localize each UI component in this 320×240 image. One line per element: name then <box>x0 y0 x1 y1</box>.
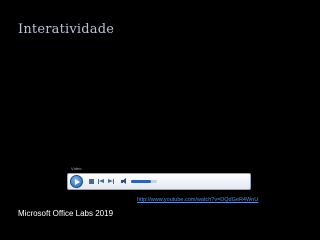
stop-icon[interactable] <box>88 178 95 185</box>
footer-credit: Microsoft Office Labs 2019 <box>18 209 114 218</box>
slide-title: Interatividade <box>18 22 115 37</box>
next-icon[interactable] <box>108 178 115 185</box>
media-player: Vídeo <box>67 165 251 191</box>
previous-icon[interactable] <box>98 178 105 185</box>
play-icon[interactable] <box>70 175 83 188</box>
player-control-bar <box>67 173 251 190</box>
volume-fill <box>131 180 151 183</box>
player-title: Vídeo <box>71 166 82 171</box>
video-url-link[interactable]: http://www.youtube.com/watch?v=DQdGeR4Wn… <box>137 197 258 203</box>
volume-slider[interactable] <box>131 180 157 183</box>
volume-icon[interactable] <box>121 178 129 185</box>
